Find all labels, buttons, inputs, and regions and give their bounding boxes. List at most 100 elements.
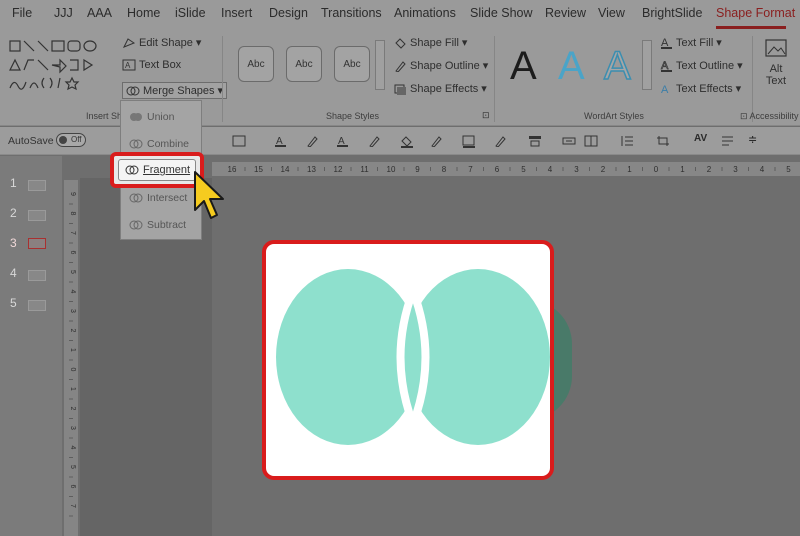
autosave-state: Off — [71, 135, 82, 144]
ruler-tick-label: 6 — [69, 251, 76, 255]
slide-thumbnail[interactable] — [28, 180, 46, 191]
character-spacing-icon[interactable]: AV — [694, 133, 707, 144]
ruler-tick-label: 5 — [786, 165, 791, 174]
slide-thumbnail[interactable] — [28, 210, 46, 221]
ruler-tick-label: 4 — [69, 290, 76, 294]
autosave-toggle[interactable]: Off — [56, 133, 86, 147]
ruler-tick-label: 5 — [69, 465, 76, 469]
tab-islide[interactable]: iSlide — [175, 6, 206, 20]
menu-bar: File JJJ AAA Home iSlide Insert Design T… — [0, 0, 800, 30]
wordart-style-blue[interactable]: A — [558, 44, 585, 89]
shape-style-1[interactable]: Abc — [238, 46, 274, 82]
pen-tool-2-icon[interactable] — [368, 135, 380, 147]
tab-view[interactable]: View — [598, 6, 625, 20]
tab-brightslide[interactable]: BrightSlide — [642, 6, 702, 20]
align-icon[interactable] — [528, 135, 542, 147]
tab-review[interactable]: Review — [545, 6, 586, 20]
slide-thumbnail[interactable] — [28, 270, 46, 281]
fill-color-icon[interactable] — [400, 135, 414, 148]
shape-outline-button[interactable]: Shape Outline ▾ — [394, 59, 488, 72]
text-box-button[interactable]: A Text Box — [122, 59, 181, 71]
alt-text-button[interactable]: Alt Text — [760, 38, 792, 98]
highlight-color-icon[interactable]: A — [336, 135, 350, 148]
tab-insert[interactable]: Insert — [221, 6, 252, 20]
ruler-tick-label: 7 — [468, 165, 473, 174]
menu-item-intersect[interactable]: Intersect — [129, 192, 187, 204]
active-slide[interactable] — [262, 240, 554, 480]
shape-style-3[interactable]: Abc — [334, 46, 370, 82]
slide-thumbnail-active[interactable] — [28, 238, 46, 249]
ribbon-separator — [494, 36, 495, 122]
ruler-tick-label: 0 — [69, 368, 76, 372]
pen-tool-4-icon[interactable] — [494, 135, 506, 147]
text-fill-button[interactable]: A Text Fill ▾ — [660, 36, 722, 49]
pen-tool-3-icon[interactable] — [430, 135, 442, 147]
tab-slide-show[interactable]: Slide Show — [470, 6, 533, 20]
alt-text-icon — [765, 39, 787, 57]
autosave-knob — [59, 136, 67, 144]
wordart-gallery-scroll[interactable] — [642, 40, 652, 90]
fragmented-circles[interactable] — [266, 244, 550, 476]
paragraph-icon[interactable] — [720, 135, 734, 147]
shape-style-2[interactable]: Abc — [286, 46, 322, 82]
tab-home[interactable]: Home — [127, 6, 160, 20]
active-tab-underline — [716, 26, 786, 29]
ruler-tick-label: 5 — [521, 165, 526, 174]
menu-item-subtract[interactable]: Subtract — [129, 219, 186, 231]
slide-number: 2 — [10, 206, 17, 220]
ruler-tick-label: 4 — [69, 446, 76, 450]
tab-shape-format[interactable]: Shape Format — [716, 6, 795, 20]
slide-thumbnails-pane: 1 2 3 4 5 — [0, 156, 62, 536]
wordart-style-black[interactable]: A — [510, 44, 537, 89]
wordart-style-outline[interactable]: A — [603, 43, 631, 89]
tab-animations[interactable]: Animations — [394, 6, 456, 20]
group-icon[interactable] — [584, 135, 598, 147]
shape-fill-button[interactable]: Shape Fill ▾ — [394, 36, 467, 49]
font-color-icon[interactable]: A — [274, 135, 288, 148]
ruler-tick-label: 6 — [69, 485, 76, 489]
text-fill-icon: A — [661, 37, 672, 49]
tab-aaa[interactable]: AAA — [87, 6, 112, 20]
edit-shape-button[interactable]: Edit Shape ▾ — [122, 36, 201, 49]
union-icon — [130, 113, 142, 121]
ruler-tick-label: 1 — [69, 348, 76, 352]
tab-file[interactable]: File — [12, 6, 32, 20]
ruler-tick-label: 1 — [680, 165, 685, 174]
tab-transitions[interactable]: Transitions — [321, 6, 382, 20]
line-spacing-icon[interactable] — [620, 135, 634, 147]
ruler-tick-label: 11 — [360, 165, 369, 174]
line-color-icon[interactable] — [462, 135, 476, 148]
shapes-gallery-icon[interactable] — [8, 38, 108, 94]
slide-thumbnail[interactable] — [28, 300, 46, 311]
shape-effects-button[interactable]: Shape Effects ▾ — [394, 82, 487, 95]
screenshot-icon[interactable] — [232, 135, 246, 147]
distribute-icon[interactable] — [562, 135, 576, 147]
tab-design[interactable]: Design — [269, 6, 308, 20]
tab-jjj[interactable]: JJJ — [54, 6, 73, 20]
ruler-tick-label: 12 — [334, 165, 343, 174]
ruler-tick-label: 1 — [69, 387, 76, 391]
combine-icon — [129, 139, 143, 149]
ruler-tick-label: 15 — [254, 165, 263, 174]
menu-item-fragment[interactable]: Fragment — [110, 152, 204, 188]
text-outline-button[interactable]: A Text Outline ▾ — [660, 59, 743, 72]
pen-tool-icon[interactable] — [306, 135, 318, 147]
ruler-tick-label: 10 — [387, 165, 396, 174]
menu-item-union[interactable]: Union — [129, 111, 174, 123]
text-effects-button[interactable]: A Text Effects ▾ — [660, 82, 741, 96]
intersection-fragment[interactable] — [396, 279, 430, 436]
text-box-icon: A — [122, 59, 136, 71]
ruler-tick-label: 2 — [69, 329, 76, 333]
vertical-ruler: 9 8 7 6 5 4 3 2 1 0 1 2 3 4 5 6 7 — [64, 180, 78, 536]
ruler-tick-label: 8 — [69, 212, 76, 216]
ruler-tick-label: 2 — [707, 165, 712, 174]
merge-shapes-button[interactable]: Merge Shapes ▾ — [122, 82, 228, 99]
shape-styles-launcher-icon[interactable]: ⊡ — [482, 110, 490, 121]
shape-styles-group-label: Shape Styles — [326, 111, 380, 121]
crop-icon[interactable] — [656, 135, 670, 147]
intersect-icon — [129, 193, 143, 203]
shape-styles-gallery-scroll[interactable] — [375, 40, 385, 90]
menu-item-combine[interactable]: Combine — [129, 138, 189, 150]
more-commands-icon[interactable]: ≑ — [748, 133, 757, 146]
text-effects-icon: A — [661, 84, 669, 95]
